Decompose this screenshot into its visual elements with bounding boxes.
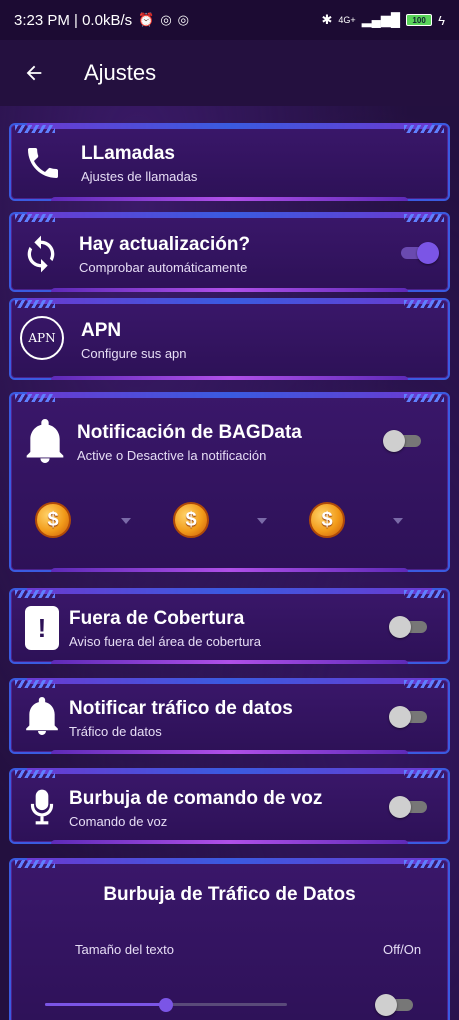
card-decoration [404,214,444,222]
toggle-knob [383,430,405,452]
dropdown-caret-2[interactable] [257,518,267,524]
signal-icon: ▂▄▆█ [361,12,401,27]
bell-icon [23,416,67,471]
coverage-toggle[interactable] [389,616,429,638]
update-subtitle: Comprobar automáticamente [79,260,248,275]
apn-title: APN [81,320,122,341]
bluetooth-icon: ✱ [321,12,333,27]
traffic-subtitle: Tráfico de datos [69,724,162,739]
card-decoration [15,590,55,598]
charging-icon: ϟ [438,12,445,28]
microphone-icon [29,788,55,831]
calls-card[interactable]: LLamadas Ajustes de llamadas [9,123,450,201]
toggle-knob [389,796,411,818]
apn-card[interactable]: APN APN Configure sus apn [9,298,450,380]
back-button[interactable] [0,62,68,84]
update-toggle[interactable] [399,242,439,264]
app-bar: Ajustes [0,40,459,106]
traffic-card: Notificar tráfico de datos Tráfico de da… [9,678,450,754]
card-decoration [404,125,444,133]
phone-icon [19,139,67,187]
card-decoration [15,125,55,133]
card-decoration [15,680,55,688]
voice-toggle[interactable] [389,796,429,818]
coverage-title: Fuera de Cobertura [69,608,245,629]
toggle-knob [375,994,397,1016]
card-decoration [404,680,444,688]
text-size-slider-knob[interactable] [159,998,173,1012]
notification-card: Notificación de BAGData Active o Desacti… [9,392,450,572]
whatsapp-icon: ◎ [160,12,172,27]
card-decoration [404,300,444,308]
apn-subtitle: Configure sus apn [81,346,187,361]
notification-subtitle: Active o Desactive la notificación [77,448,267,463]
coin-icon-3[interactable]: $ [309,502,345,538]
apn-icon: APN [20,316,64,360]
coin-symbol: $ [321,508,333,531]
traffic-title: Notificar tráfico de datos [69,698,293,719]
apn-icon-label: APN [28,331,56,345]
card-decoration [15,214,55,222]
status-time-speed: 3:23 PM | 0.0kB/s [14,11,133,29]
card-decoration [404,590,444,598]
off-on-label: Off/On [383,942,422,957]
text-size-label: Tamaño del texto [75,942,175,957]
notification-title: Notificación de BAGData [77,422,302,443]
update-card[interactable]: Hay actualización? Comprobar automáticam… [9,212,450,292]
coin-icon-2[interactable]: $ [173,502,209,538]
toggle-knob [417,242,439,264]
battery-level: 100 [412,15,426,25]
voice-title: Burbuja de comando de voz [69,788,323,809]
network-type: 4G+ [338,15,356,25]
notification-toggle[interactable] [383,430,423,452]
calls-title: LLamadas [81,143,175,164]
card-decoration [404,394,444,402]
status-bar: 3:23 PM | 0.0kB/s ⏰ ◎ ◎ ✱ 4G+ ▂▄▆█ 100 ϟ [0,0,459,40]
card-decoration [15,860,55,868]
card-decoration [404,860,444,868]
alarm-icon: ⏰ [138,12,155,27]
bubble-title: Burbuja de Tráfico de Datos [103,884,356,905]
traffic-toggle[interactable] [389,706,429,728]
coverage-subtitle: Aviso fuera del área de cobertura [69,634,261,649]
toggle-knob [389,706,411,728]
update-title: Hay actualización? [79,234,251,255]
warning-icon: ! [25,606,59,650]
toggle-knob [389,616,411,638]
bubble-toggle[interactable] [375,994,415,1016]
coin-symbol: $ [185,508,197,531]
card-decoration [15,300,55,308]
card-decoration [15,394,55,402]
arrow-back-icon [26,65,42,81]
sync-icon [17,230,65,278]
battery-icon: 100 [406,14,433,26]
dropdown-caret-3[interactable] [393,518,403,524]
coverage-card: ! Fuera de Cobertura Aviso fuera del áre… [9,588,450,664]
bubble-card: Burbuja de Tráfico de Datos Tamaño del t… [9,858,450,1020]
whatsapp-icon-2: ◎ [177,12,189,27]
coin-icon-1[interactable]: $ [35,502,71,538]
text-size-slider-fill [45,1003,166,1006]
bell-icon-2 [23,694,61,743]
voice-subtitle: Comando de voz [69,814,168,829]
card-decoration [15,770,55,778]
calls-subtitle: Ajustes de llamadas [81,169,198,184]
card-decoration [404,770,444,778]
voice-card: Burbuja de comando de voz Comando de voz [9,768,450,844]
coin-symbol: $ [47,508,59,531]
page-title: Ajustes [84,60,157,85]
dropdown-caret-1[interactable] [121,518,131,524]
